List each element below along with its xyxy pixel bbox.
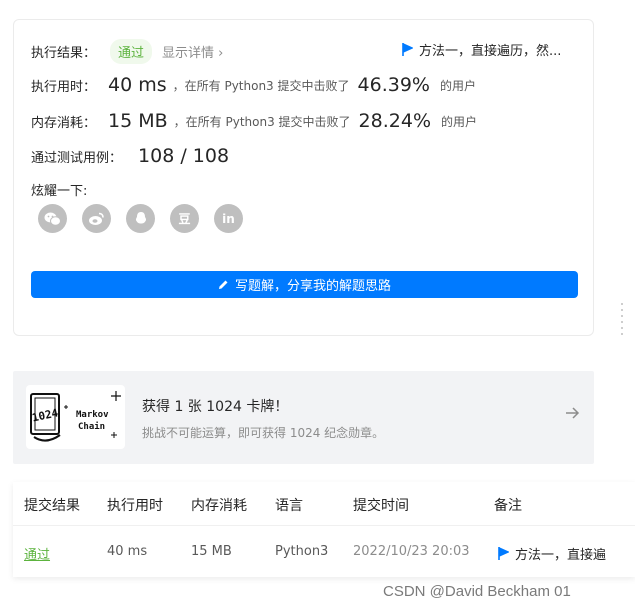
- watermark: CSDN @David Beckham 01: [383, 583, 571, 600]
- runtime-suffix: 的用户: [439, 78, 476, 93]
- write-solution-button[interactable]: 写题解，分享我的解题思路: [31, 271, 578, 298]
- tests-value: 108 / 108: [138, 145, 230, 167]
- promo-subtitle: 挑战不可能运算，即可获得 1024 纪念勋章。: [142, 426, 385, 440]
- runtime-label: 执行用时：: [31, 79, 97, 95]
- column-header: 语言: [275, 498, 303, 514]
- runtime-row: 执行用时： 40 ms ，在所有 Python3 提交中击败了 46.39% 的…: [31, 74, 476, 96]
- memory-text: ，在所有 Python3 提交中击败了: [173, 114, 351, 129]
- weibo-icon[interactable]: [82, 204, 111, 233]
- submission-memory: 15 MB: [191, 544, 232, 559]
- submission-result-card: 执行结果： 通过 显示详情 › 方法一，直接遍历，然... 执行用时： 40 m…: [13, 19, 594, 336]
- tests-row: 通过测试用例： 108 / 108: [31, 145, 235, 167]
- svg-text:Markov: Markov: [76, 410, 109, 420]
- memory-value: 15 MB: [108, 110, 168, 132]
- submissions-table: 提交结果 执行用时 内存消耗 语言 提交时间 备注 通过 40 ms 15 MB…: [13, 482, 635, 577]
- flag-icon: [402, 43, 413, 56]
- solution-link[interactable]: 方法一，直接遍历，然...: [402, 40, 561, 59]
- solution-link-label: 方法一，直接遍历，然...: [419, 44, 562, 59]
- share-row: 炫耀一下:: [31, 180, 87, 199]
- share-label: 炫耀一下:: [31, 184, 88, 199]
- markov-chain-card-image: 1024 Markov Chain: [26, 385, 125, 449]
- submission-runtime: 40 ms: [107, 544, 148, 559]
- memory-label: 内存消耗：: [31, 115, 97, 131]
- runtime-value: 40 ms: [108, 74, 167, 96]
- drag-handle-icon[interactable]: [621, 303, 623, 335]
- submission-time: 2022/10/23 20:03: [353, 544, 470, 559]
- submission-language: Python3: [275, 544, 329, 559]
- write-solution-label: 写题解，分享我的解题思路: [234, 279, 391, 294]
- qq-icon[interactable]: [126, 204, 155, 233]
- submission-result-link[interactable]: 通过: [24, 544, 50, 563]
- douban-icon[interactable]: 豆: [170, 204, 199, 233]
- card-reward-banner[interactable]: 1024 Markov Chain 获得 1 张 1024 卡牌！ 挑战不可能运…: [13, 371, 594, 464]
- linkedin-icon[interactable]: in: [214, 204, 243, 233]
- column-header: 提交结果: [24, 498, 80, 514]
- column-header: 内存消耗: [191, 498, 247, 514]
- result-label: 执行结果：: [31, 46, 97, 61]
- runtime-text: ，在所有 Python3 提交中击败了: [172, 78, 350, 93]
- result-row: 执行结果： 通过 显示详情 ›: [31, 39, 223, 64]
- share-icons: 豆 in: [38, 204, 243, 233]
- memory-percent: 28.24%: [358, 110, 431, 132]
- column-header: 备注: [494, 498, 522, 514]
- status-badge: 通过: [110, 39, 153, 64]
- memory-suffix: 的用户: [441, 114, 478, 129]
- submission-note: 方法一，直接遍: [515, 548, 607, 563]
- column-header: 提交时间: [353, 498, 409, 514]
- table-header-row: 提交结果 执行用时 内存消耗 语言 提交时间 备注: [13, 482, 635, 526]
- memory-row: 内存消耗： 15 MB ，在所有 Python3 提交中击败了 28.24% 的…: [31, 110, 477, 132]
- tests-label: 通过测试用例：: [31, 150, 123, 166]
- table-row[interactable]: 通过 40 ms 15 MB Python3 2022/10/23 20:03 …: [13, 530, 635, 574]
- show-details-link[interactable]: 显示详情 ›: [162, 42, 223, 61]
- wechat-icon[interactable]: [38, 204, 67, 233]
- runtime-percent: 46.39%: [357, 74, 430, 96]
- svg-text:Chain: Chain: [78, 421, 105, 432]
- flag-icon: [498, 547, 509, 560]
- promo-title: 获得 1 张 1024 卡牌！: [142, 399, 289, 415]
- submission-note-link[interactable]: 方法一，直接遍: [498, 544, 606, 563]
- arrow-right-icon[interactable]: [564, 405, 580, 421]
- column-header: 执行用时: [107, 498, 163, 514]
- pencil-icon: [218, 280, 228, 289]
